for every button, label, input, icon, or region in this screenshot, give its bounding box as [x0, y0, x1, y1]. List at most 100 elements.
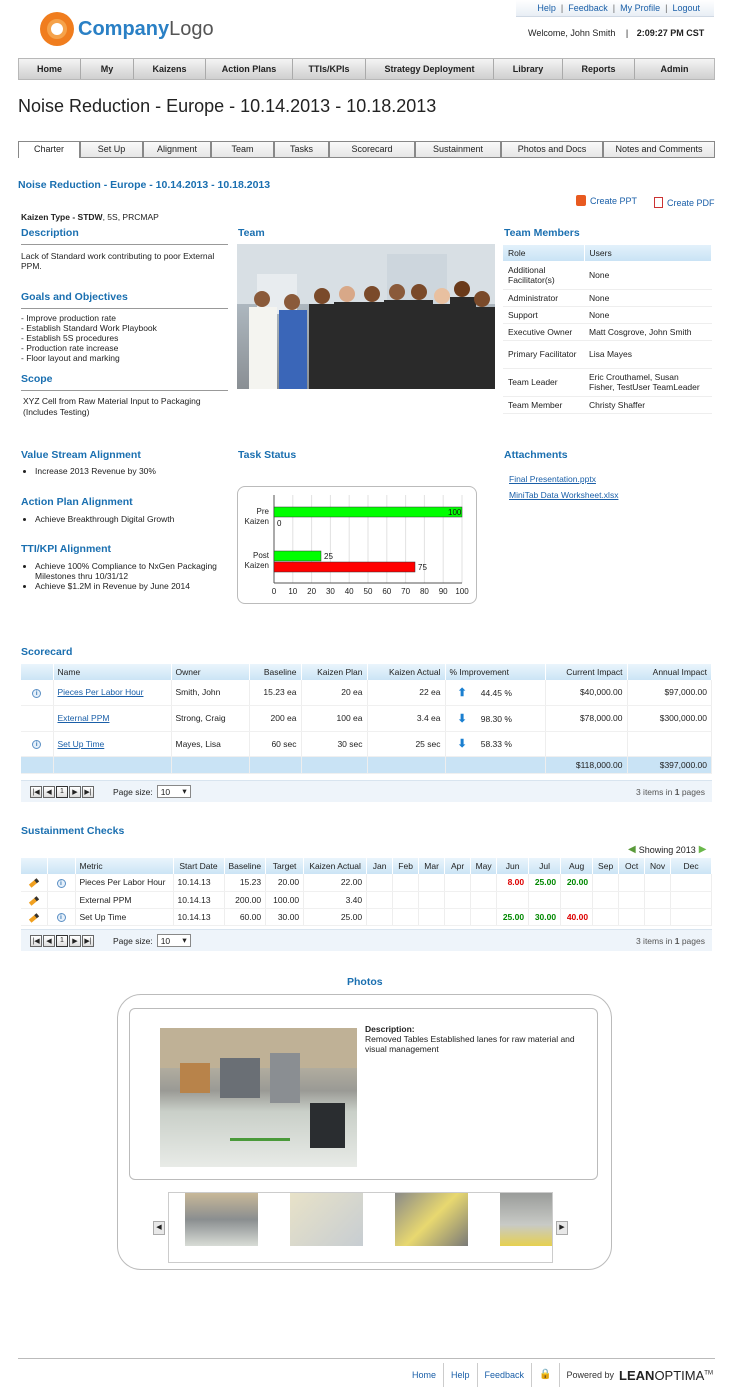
metric-link[interactable]: Set Up Time	[58, 739, 105, 749]
nav-strategy-deployment[interactable]: Strategy Deployment	[366, 59, 494, 79]
tab-photos-and-docs[interactable]: Photos and Docs	[501, 141, 603, 157]
attachments-title: Attachments	[504, 449, 568, 461]
footer-help-link[interactable]: Help	[444, 1363, 478, 1387]
pages-count: 1	[674, 935, 680, 946]
nav-reports[interactable]: Reports	[563, 59, 635, 79]
last-page-icon[interactable]: ▶|	[82, 785, 94, 798]
ppt-file-icon	[576, 195, 586, 206]
sc-owner: Strong, Craig	[171, 705, 250, 732]
metric-link[interactable]: Pieces Per Labor Hour	[58, 687, 144, 697]
tab-set-up[interactable]: Set Up	[80, 141, 143, 157]
tab-sustainment[interactable]: Sustainment	[415, 141, 501, 157]
metric-link[interactable]: External PPM	[58, 713, 110, 723]
arrow-down-icon: ⬇	[457, 738, 467, 750]
page-number-button[interactable]: 1	[56, 785, 68, 798]
table-row: Team Leader Eric Crouthamel, Susan Fisher…	[503, 368, 712, 397]
chart-tick-label: 40	[345, 587, 354, 596]
footer: Home Help Feedback 🔒 Powered by LEANOPTI…	[405, 1363, 713, 1387]
nav-library[interactable]: Library	[494, 59, 563, 79]
sustainment-table: Metric Start Date Baseline Target Kaizen…	[21, 858, 712, 926]
tab-team[interactable]: Team	[211, 141, 274, 157]
nav-my[interactable]: My	[81, 59, 134, 79]
edit-pencil-icon[interactable]	[28, 878, 39, 888]
sc-current	[545, 731, 628, 757]
last-page-icon[interactable]: ▶|	[82, 934, 94, 947]
nav-home[interactable]: Home	[19, 59, 81, 79]
goal-item: - Production rate increase	[21, 343, 119, 353]
nav-action-plans[interactable]: Action Plans	[206, 59, 293, 79]
next-page-icon[interactable]: ▶	[69, 934, 81, 947]
table-row: i Set Up Time Mayes, Lisa 60 sec 30 sec …	[21, 731, 712, 757]
action-plan-list: Achieve Breakthrough Digital Growth	[21, 514, 221, 524]
nav-ttis-kpis[interactable]: TTIs/KPIs	[293, 59, 366, 79]
prev-year-icon[interactable]: ◀	[628, 844, 636, 855]
sc-actual: 25 sec	[367, 731, 446, 757]
first-page-icon[interactable]: |◀	[30, 785, 42, 798]
photo-thumbnail[interactable]	[500, 1193, 552, 1246]
main-nav: Home My Kaizens Action Plans TTIs/KPIs S…	[18, 58, 715, 80]
tab-charter[interactable]: Charter	[18, 141, 80, 158]
tab-notes-and-comments[interactable]: Notes and Comments	[603, 141, 715, 157]
next-page-icon[interactable]: ▶	[69, 785, 81, 798]
my-profile-link[interactable]: My Profile	[620, 3, 660, 13]
create-ppt-button[interactable]: Create PPT	[576, 195, 637, 206]
sc-owner: Smith, John	[171, 680, 250, 706]
page-size-select[interactable]: 10 ▾	[156, 785, 191, 798]
tm-users: None	[584, 306, 712, 324]
nav-kaizens[interactable]: Kaizens	[134, 59, 206, 79]
sc-header-actual: Kaizen Actual	[367, 664, 446, 680]
first-page-icon[interactable]: |◀	[30, 934, 42, 947]
attachment-link[interactable]: MiniTab Data Worksheet.xlsx	[509, 487, 618, 503]
table-row: Additional Facilitator(s) None	[503, 261, 712, 290]
st-target: 30.00	[265, 908, 305, 926]
pages-word: pages	[681, 786, 705, 797]
team-photo	[237, 244, 495, 389]
chart-bar	[273, 550, 322, 562]
chart-category-label: Kaizen	[245, 561, 269, 570]
page-number-button[interactable]: 1	[56, 934, 68, 947]
prev-page-icon[interactable]: ◀	[43, 785, 55, 798]
thumbs-prev-icon[interactable]: ◀	[153, 1221, 165, 1235]
feedback-link[interactable]: Feedback	[568, 3, 608, 13]
page-size-select[interactable]: 10 ▾	[156, 934, 191, 947]
create-pdf-button[interactable]: Create PDF	[654, 197, 715, 208]
photo-thumbnail[interactable]	[290, 1193, 363, 1246]
thumbs-next-icon[interactable]: ▶	[556, 1221, 568, 1235]
sc-improvement: 98.30 %	[480, 713, 512, 724]
leanoptima-logo[interactable]: LEANOPTIMATM	[619, 1368, 713, 1383]
table-row: External PPM Strong, Craig 200 ea 100 ea…	[21, 705, 712, 732]
main-photo[interactable]	[160, 1028, 357, 1167]
company-logo[interactable]: CompanyLogo	[40, 12, 214, 46]
info-icon[interactable]: i	[32, 688, 42, 698]
nav-admin[interactable]: Admin	[635, 59, 714, 79]
tm-users: None	[584, 261, 712, 290]
attachment-link[interactable]: Final Presentation.pptx	[509, 471, 618, 487]
edit-pencil-icon[interactable]	[28, 912, 39, 923]
help-link[interactable]: Help	[537, 3, 556, 13]
edit-pencil-icon[interactable]	[28, 895, 39, 906]
info-icon[interactable]: i	[56, 913, 66, 922]
table-row: Executive Owner Matt Cosgrove, John Smith	[503, 323, 712, 341]
tab-tasks[interactable]: Tasks	[274, 141, 329, 157]
next-year-icon[interactable]: ▶	[699, 844, 707, 855]
photo-thumbnail[interactable]	[185, 1193, 258, 1246]
team-members-table: Role Users Additional Facilitator(s) None…	[503, 245, 712, 414]
tab-alignment[interactable]: Alignment	[143, 141, 211, 157]
chart-tick-label: 90	[439, 587, 448, 596]
footer-home-link[interactable]: Home	[405, 1363, 445, 1387]
info-icon[interactable]: i	[32, 740, 42, 749]
footer-feedback-link[interactable]: Feedback	[478, 1363, 533, 1387]
tti-kpi-list: Achieve 100% Compliance to NxGen Packagi…	[21, 561, 226, 591]
scorecard-pager: |◀ ◀ 1 ▶ ▶| Page size: 10 ▾ 3 items in 1 …	[21, 780, 712, 802]
description-title: Description	[21, 227, 228, 245]
photos-title: Photos	[347, 976, 383, 988]
thumbnail-strip	[168, 1192, 553, 1263]
st-header-may: May	[470, 858, 498, 874]
info-icon[interactable]: i	[56, 878, 66, 888]
welcome-area: Welcome, John Smith | 2:09:27 PM CST	[528, 28, 704, 38]
prev-page-icon[interactable]: ◀	[43, 934, 55, 947]
st-header-info	[47, 858, 76, 874]
tab-scorecard[interactable]: Scorecard	[329, 141, 415, 157]
photo-thumbnail[interactable]	[395, 1193, 468, 1246]
logout-link[interactable]: Logout	[672, 3, 700, 13]
